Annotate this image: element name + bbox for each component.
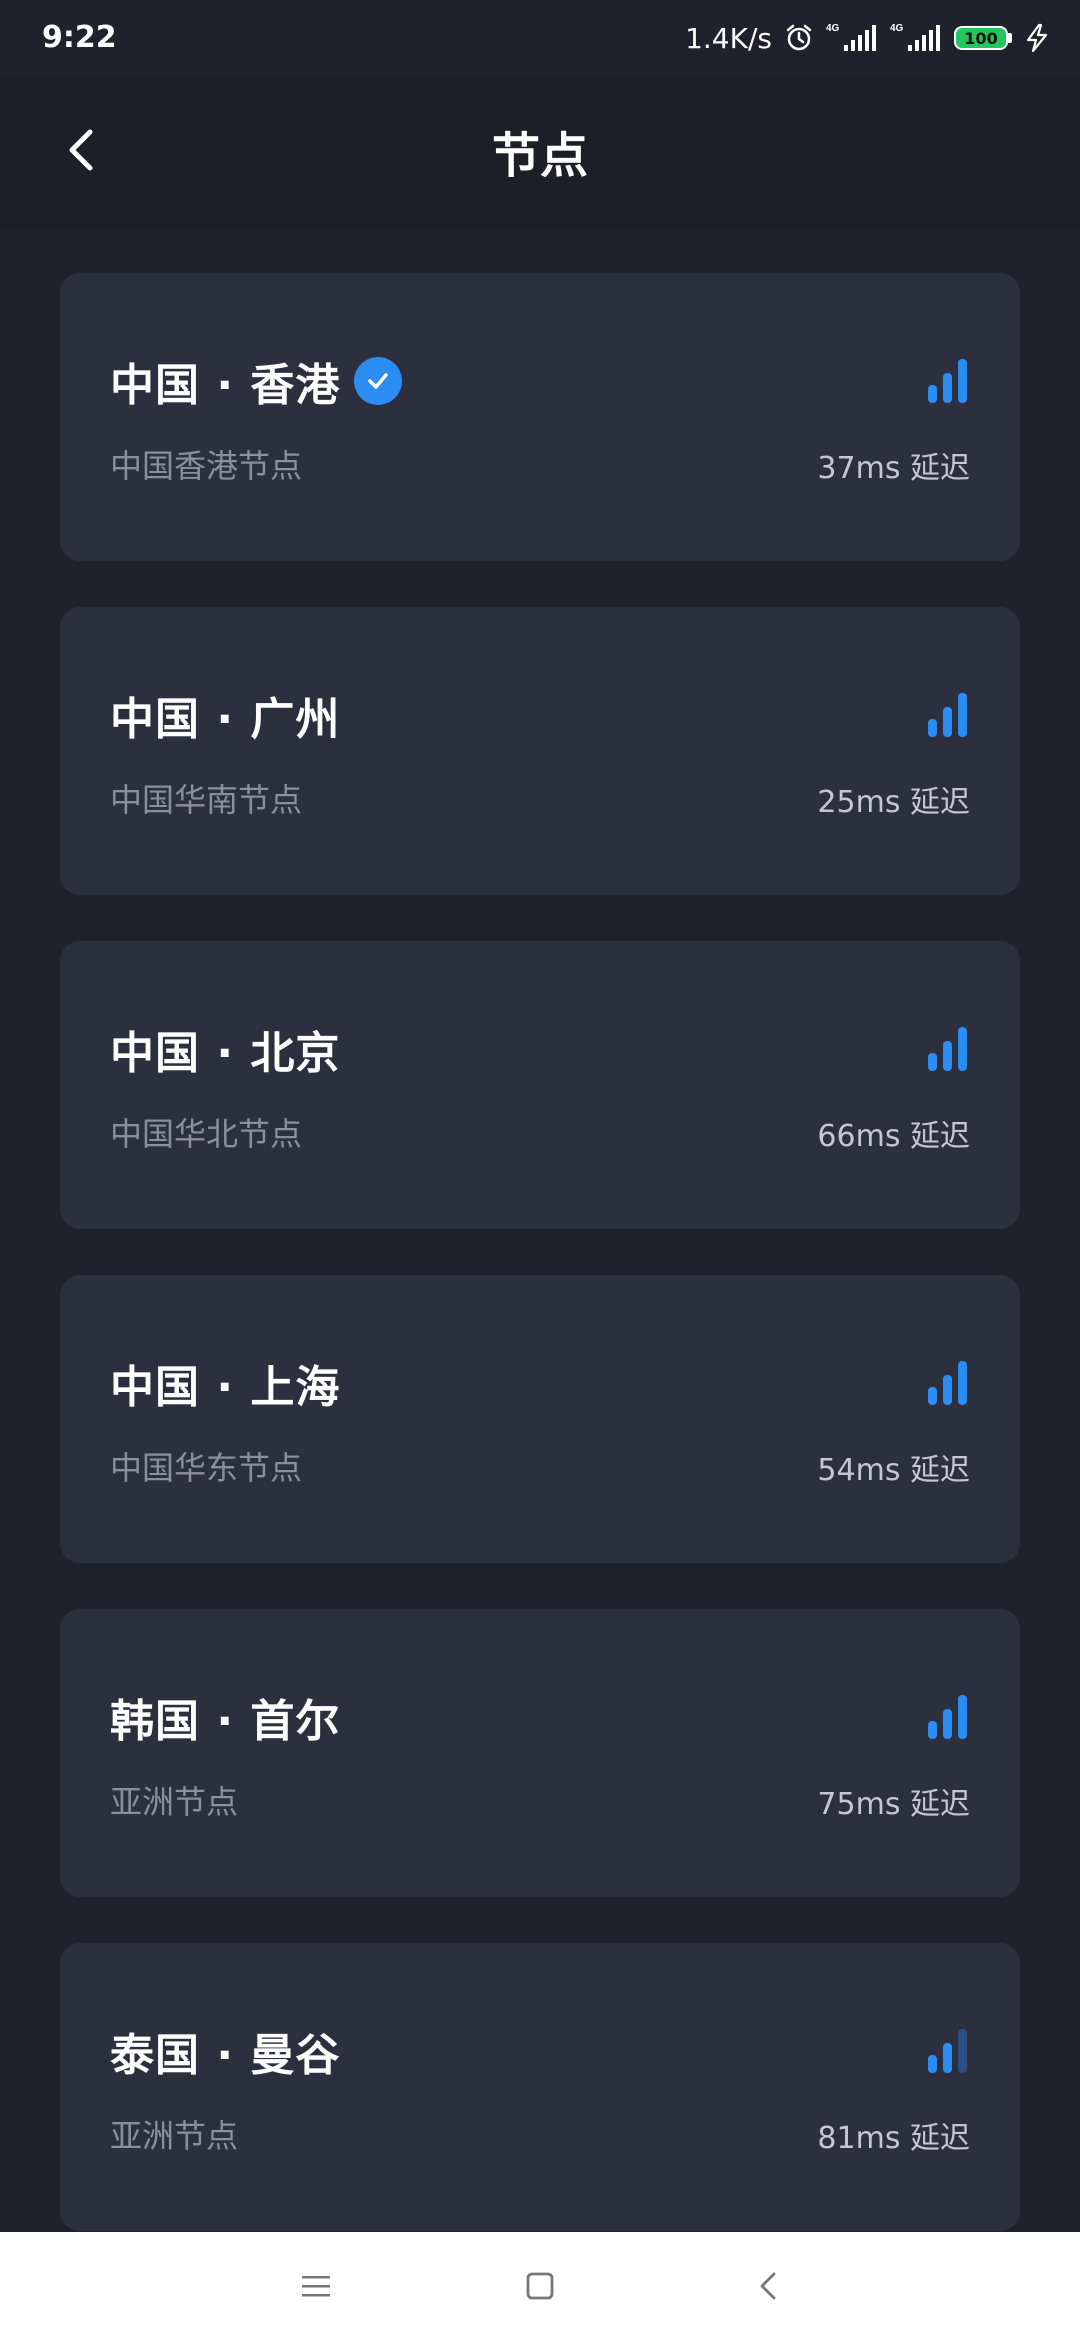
status-bar: 9:22 1.4K/s 4G 4G 100 (0, 0, 1080, 78)
signal-bar (928, 719, 937, 737)
signal-bar (958, 1695, 967, 1739)
latency-label: 54ms 延迟 (817, 1453, 970, 1488)
signal-bar (943, 1709, 952, 1739)
node-region-label: 中国华东节点 (110, 1449, 303, 1487)
network-type-label: 4G (826, 23, 840, 34)
menu-icon (302, 2276, 330, 2297)
signal-strength-icon (928, 1361, 967, 1405)
battery-level: 100 (954, 26, 1008, 50)
node-name: 中国 · 上海 (110, 1362, 341, 1413)
latency-label: 75ms 延迟 (817, 1787, 970, 1822)
node-region-label: 中国香港节点 (110, 447, 303, 485)
latency-label: 66ms 延迟 (817, 1119, 970, 1154)
system-back-button[interactable] (744, 2262, 792, 2310)
signal-bar (943, 1041, 952, 1071)
node-name: 泰国 · 曼谷 (110, 2030, 341, 2081)
node-region-label: 亚洲节点 (110, 1783, 239, 1821)
node-title-row: 中国 · 广州 (110, 685, 340, 745)
app-header: 节点 (0, 78, 1080, 228)
node-card[interactable]: 中国 · 香港中国香港节点 37ms 延迟 (60, 273, 1020, 561)
signal-bar (943, 1375, 952, 1405)
node-card[interactable]: 泰国 · 曼谷亚洲节点 81ms 延迟 (60, 1943, 1020, 2231)
latency-label: 25ms 延迟 (817, 785, 970, 820)
signal-bar (958, 359, 967, 403)
signal-bar (928, 1053, 937, 1071)
status-time: 9:22 (42, 20, 117, 55)
system-nav-bar (0, 2232, 1080, 2340)
page-title: 节点 (491, 128, 588, 184)
node-title-row: 中国 · 北京 (110, 1019, 340, 1079)
latency-label: 37ms 延迟 (817, 451, 970, 486)
node-title-row: 泰国 · 曼谷 (110, 2021, 340, 2081)
node-title-row: 中国 · 上海 (110, 1353, 340, 1413)
signal-bar (958, 693, 967, 737)
home-square-icon (526, 2272, 554, 2300)
back-triangle-icon (760, 2272, 776, 2300)
signal-strength-icon (928, 1027, 967, 1071)
signal-strength-icon (928, 359, 967, 403)
signal-bar (928, 385, 937, 403)
battery-icon: 100 (954, 26, 1012, 50)
selected-check-icon (354, 357, 403, 405)
recent-apps-button[interactable] (292, 2262, 340, 2310)
signal-strength-icon (928, 2029, 967, 2073)
node-card[interactable]: 中国 · 北京中国华北节点 66ms 延迟 (60, 941, 1020, 1229)
alarm-icon (784, 23, 814, 53)
node-name: 中国 · 广州 (110, 694, 341, 745)
signal-bar (928, 2055, 937, 2073)
latency-label: 81ms 延迟 (817, 2121, 970, 2156)
signal-bar (928, 1721, 937, 1739)
cellular-signal-icon-2: 4G (890, 21, 942, 55)
signal-bar (943, 707, 952, 737)
signal-strength-icon (928, 693, 967, 737)
node-card[interactable]: 中国 · 广州中国华南节点 25ms 延迟 (60, 607, 1020, 895)
signal-strength-icon (928, 1695, 967, 1739)
node-title-row: 韩国 · 首尔 (110, 1687, 340, 1747)
node-region-label: 中国华北节点 (110, 1115, 303, 1153)
charging-icon (1024, 23, 1050, 53)
cellular-signal-icon: 4G (826, 21, 878, 55)
node-list: 中国 · 香港中国香港节点 37ms 延迟中国 · 广州中国华南节点 25ms 延迟… (60, 273, 1020, 2277)
signal-bar (943, 2043, 952, 2073)
node-name: 中国 · 香港 (110, 360, 341, 411)
node-name: 韩国 · 首尔 (110, 1696, 341, 1747)
signal-bar (928, 1387, 937, 1405)
signal-bar (958, 1361, 967, 1405)
node-card[interactable]: 中国 · 上海中国华东节点 54ms 延迟 (60, 1275, 1020, 1563)
network-type-label-2: 4G (890, 23, 904, 34)
node-region-label: 中国华南节点 (110, 781, 303, 819)
node-name: 中国 · 北京 (110, 1028, 341, 1079)
signal-bar (943, 373, 952, 403)
signal-bar (958, 1027, 967, 1071)
home-button[interactable] (516, 2262, 564, 2310)
signal-bar (958, 2029, 967, 2073)
network-speed: 1.4K/s (685, 21, 772, 55)
node-card[interactable]: 韩国 · 首尔亚洲节点 75ms 延迟 (60, 1609, 1020, 1897)
node-region-label: 亚洲节点 (110, 2117, 239, 2155)
node-title-row: 中国 · 香港 (110, 351, 403, 411)
status-icons: 1.4K/s 4G 4G 100 (685, 18, 1050, 58)
